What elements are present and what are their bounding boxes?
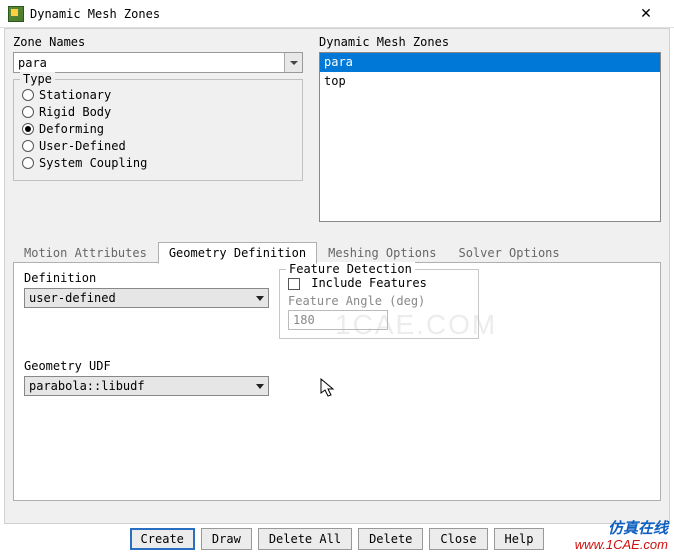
watermark-cn: 仿真在线: [575, 521, 668, 538]
watermark-url: www.1CAE.com: [575, 538, 668, 552]
zones-listbox[interactable]: para top: [319, 52, 661, 222]
list-item[interactable]: top: [320, 72, 660, 91]
feature-angle-input[interactable]: 180: [288, 310, 388, 330]
geometry-udf-label: Geometry UDF: [24, 359, 650, 373]
radio-icon: [22, 157, 34, 169]
watermark: 仿真在线 www.1CAE.com: [575, 521, 668, 552]
app-icon: [8, 6, 24, 22]
button-bar: Create Draw Delete All Delete Close Help: [0, 528, 674, 550]
include-features-checkbox[interactable]: Include Features: [288, 276, 470, 290]
tab-geometry-definition[interactable]: Geometry Definition: [158, 242, 317, 264]
chevron-down-icon[interactable]: [284, 53, 302, 72]
radio-rigid-body[interactable]: Rigid Body: [22, 104, 294, 120]
feature-angle-label: Feature Angle (deg): [288, 294, 470, 308]
chevron-down-icon[interactable]: [252, 289, 268, 307]
tab-panel: Definition user-defined Feature Detectio…: [13, 263, 661, 501]
radio-stationary[interactable]: Stationary: [22, 87, 294, 103]
tab-solver-options[interactable]: Solver Options: [447, 242, 570, 263]
checkbox-icon: [288, 278, 300, 290]
geometry-udf-dropdown[interactable]: parabola::libudf: [24, 376, 269, 396]
delete-all-button[interactable]: Delete All: [258, 528, 352, 550]
geometry-udf-value: parabola::libudf: [29, 379, 145, 393]
zone-names-dropdown[interactable]: para: [13, 52, 303, 73]
radio-deforming[interactable]: Deforming: [22, 121, 294, 137]
create-button[interactable]: Create: [130, 528, 195, 550]
feature-detection-group: Feature Detection Include Features Featu…: [279, 269, 479, 339]
help-button[interactable]: Help: [494, 528, 545, 550]
type-groupbox: Type Stationary Rigid Body Deforming Use…: [13, 79, 303, 181]
radio-user-defined[interactable]: User-Defined: [22, 138, 294, 154]
definition-value: user-defined: [29, 291, 116, 305]
zone-names-value: para: [18, 56, 47, 70]
radio-icon: [22, 140, 34, 152]
close-button[interactable]: Close: [429, 528, 487, 550]
tab-meshing-options[interactable]: Meshing Options: [317, 242, 447, 263]
radio-icon: [22, 123, 34, 135]
tab-motion-attributes[interactable]: Motion Attributes: [13, 242, 158, 263]
zones-list-label: Dynamic Mesh Zones: [319, 35, 661, 49]
feature-legend: Feature Detection: [286, 262, 415, 276]
radio-system-coupling[interactable]: System Coupling: [22, 155, 294, 171]
delete-button[interactable]: Delete: [358, 528, 423, 550]
chevron-down-icon[interactable]: [252, 377, 268, 395]
list-item[interactable]: para: [320, 53, 660, 72]
close-icon[interactable]: ✕: [626, 5, 666, 22]
tabs: Motion Attributes Geometry Definition Me…: [13, 241, 661, 263]
radio-icon: [22, 106, 34, 118]
type-legend: Type: [20, 72, 55, 86]
titlebar: Dynamic Mesh Zones ✕: [0, 0, 674, 28]
draw-button[interactable]: Draw: [201, 528, 252, 550]
radio-icon: [22, 89, 34, 101]
definition-dropdown[interactable]: user-defined: [24, 288, 269, 308]
definition-label: Definition: [24, 271, 279, 285]
zone-names-label: Zone Names: [13, 35, 313, 49]
window-title: Dynamic Mesh Zones: [30, 7, 626, 21]
content-area: Zone Names para Type Stationary Rigid Bo…: [4, 28, 670, 524]
